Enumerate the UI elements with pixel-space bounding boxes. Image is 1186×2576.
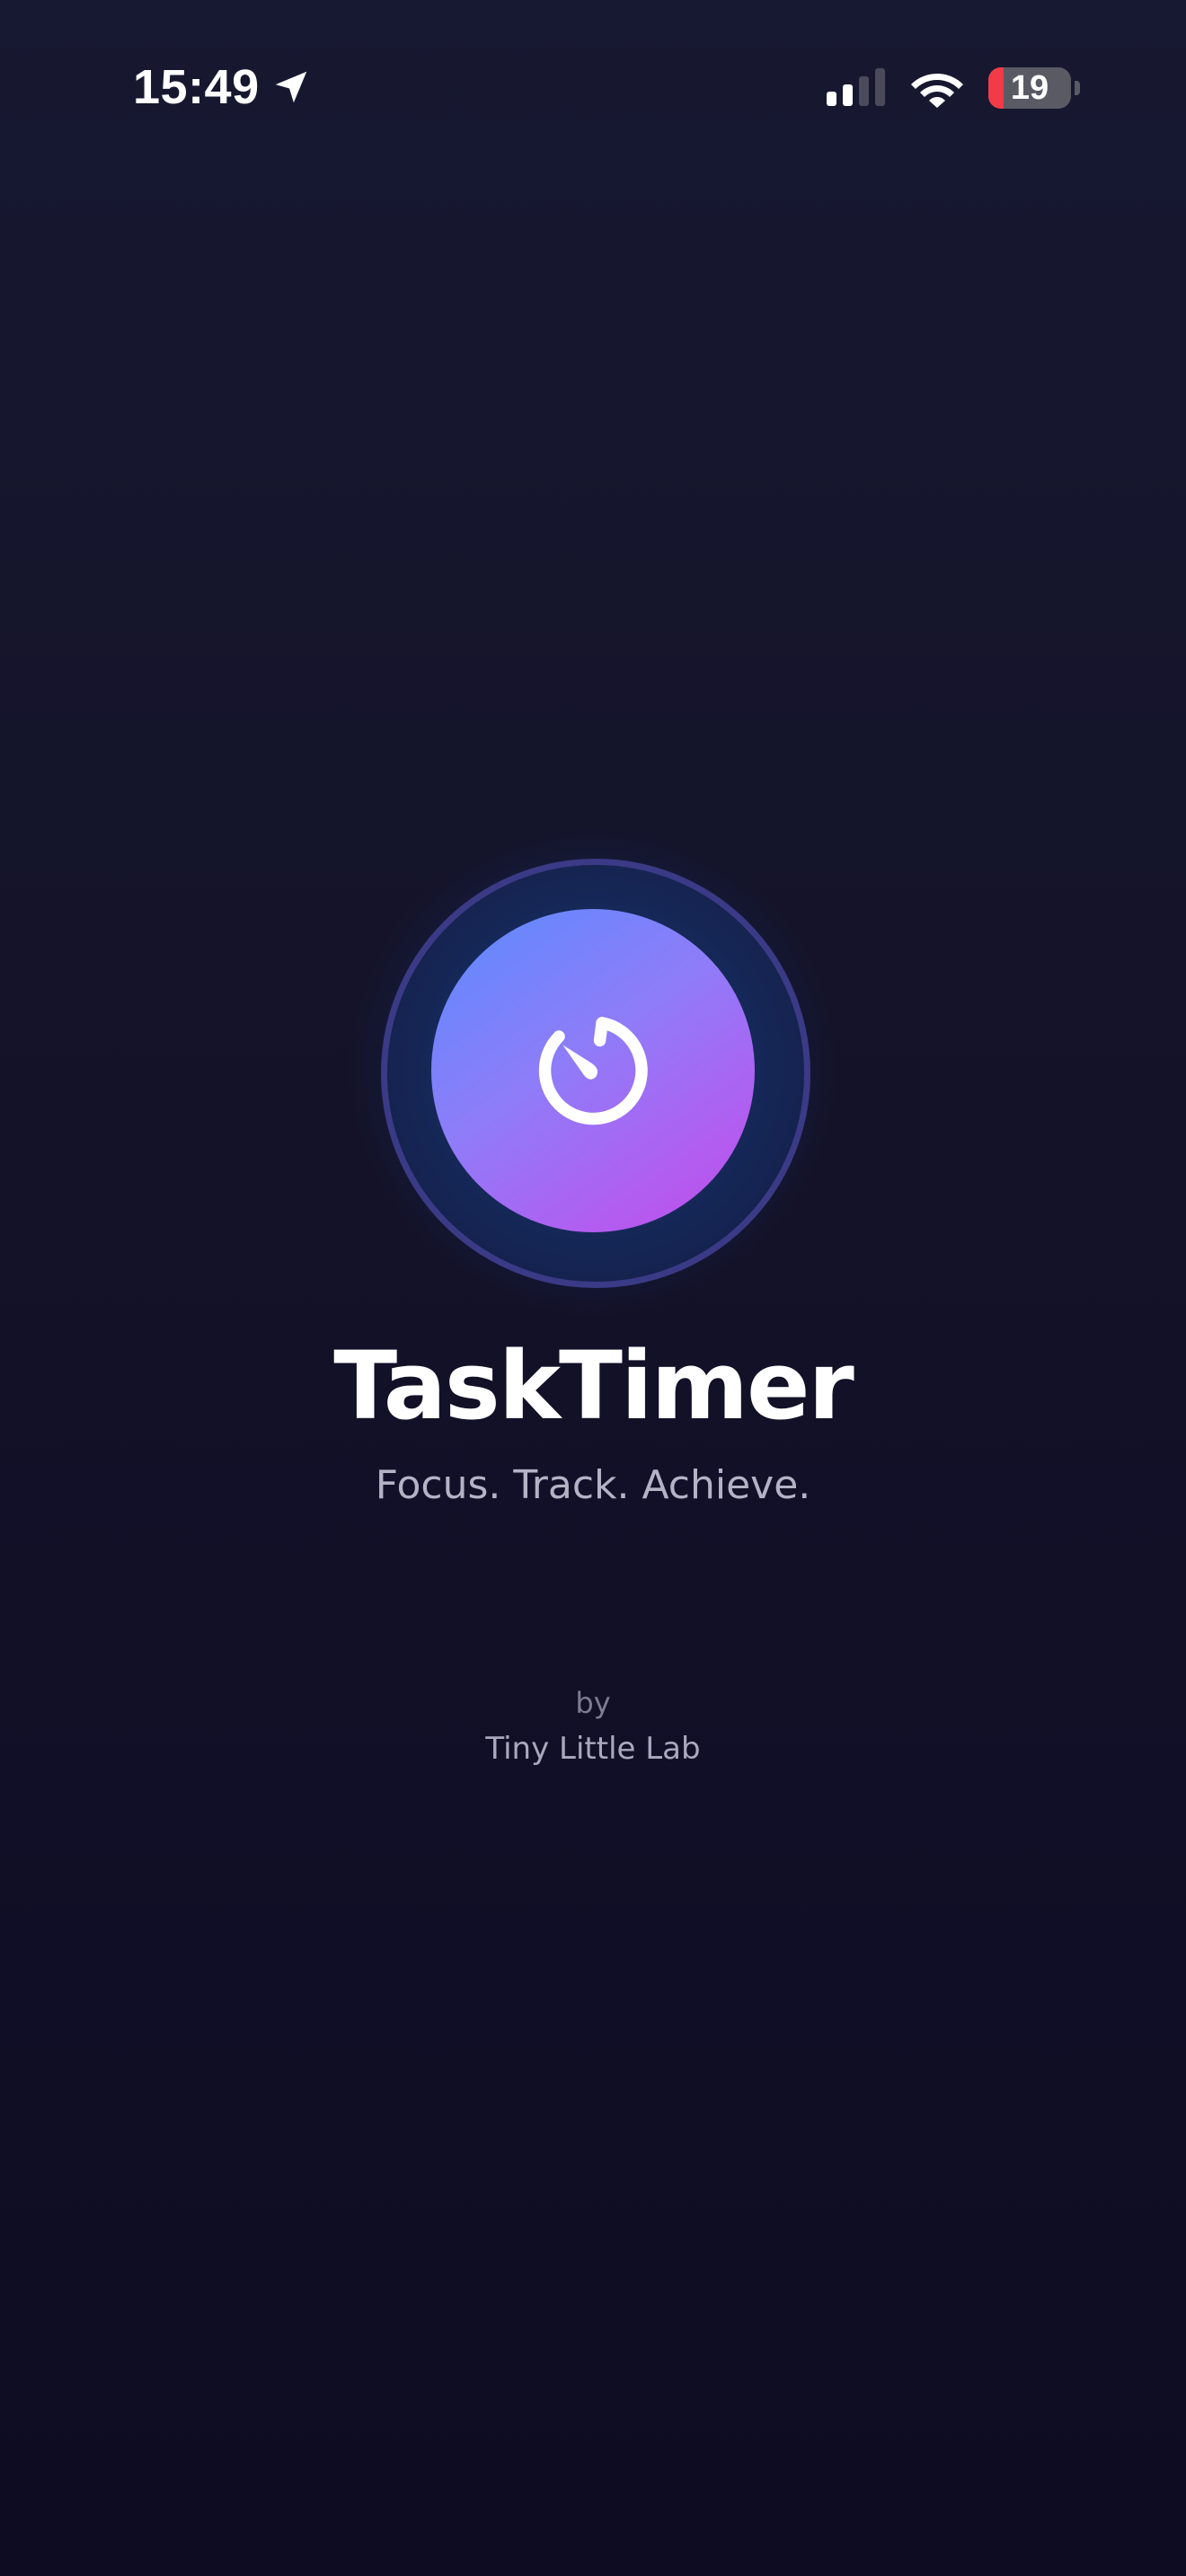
logo-disc: [431, 909, 755, 1232]
credit-company-name: Tiny Little Lab: [485, 1731, 701, 1767]
splash-screen: TaskTimer Focus. Track. Achieve. by Tiny…: [0, 0, 1186, 2576]
app-title: TaskTimer: [333, 1331, 854, 1441]
stopwatch-icon: [538, 1017, 648, 1125]
credit-by-label: by: [575, 1686, 611, 1720]
app-tagline: Focus. Track. Achieve.: [375, 1462, 811, 1508]
app-logo: [345, 823, 841, 1319]
